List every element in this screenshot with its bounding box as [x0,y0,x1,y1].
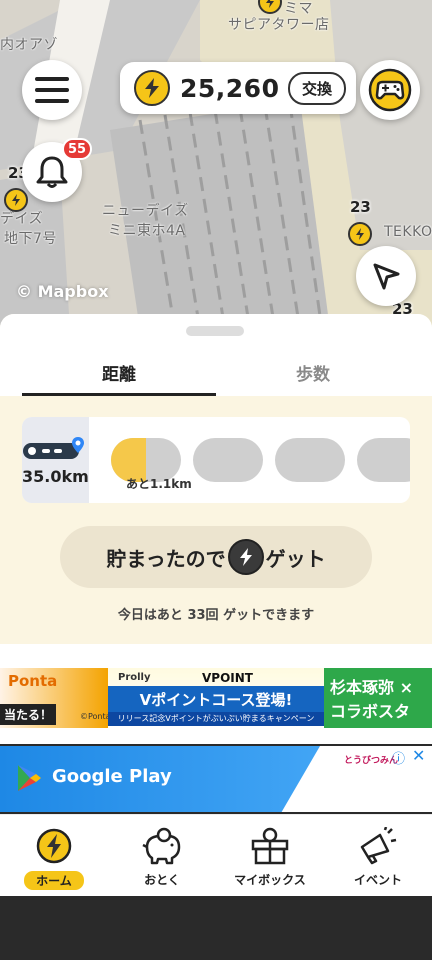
bolt-icon [12,194,20,206]
progress-segment [192,438,263,482]
ad-vpoint[interactable]: Prolly VPOINT Vポイントコース登場! リリース記念Vポイントがぷい… [108,668,324,728]
bottom-sheet: 距離 歩数 35.0km あと1.1km 貯まったので ゲット 今日はあと 33… [0,314,432,644]
nav-event-label: イベント [353,873,402,887]
notification-badge: 55 [62,138,93,160]
nav-event[interactable]: イベント [324,815,432,896]
map-label-basement: 地下7号 [4,231,57,247]
ad-vpoint-brand1: Prolly [118,672,151,683]
ad-sugimoto-line2: コラボスタ [330,702,411,721]
gift-box-icon [250,827,290,865]
remaining-distance: あと1.1km [126,477,192,491]
tab-steps[interactable]: 歩数 [216,350,410,396]
map-pin-count: 23 [350,198,371,216]
navigation-arrow-icon [373,263,400,290]
map-label-oazo: 内オアゾ [0,37,58,53]
bell-icon [36,156,68,188]
megaphone-icon [358,827,398,865]
nav-otoku[interactable]: おとく [108,815,216,896]
ad-info-icon[interactable]: ⓘ [392,748,405,767]
progress-segment [274,438,345,482]
ad-sugimoto-line1: 杉本琢弥 × [330,678,413,697]
map-label-newdays-branch: ミニ東ホ4A [108,223,186,239]
game-button[interactable] [360,60,420,120]
ad-ponta-title: Ponta [8,672,58,690]
system-bar [0,896,432,960]
ad-ponta-credit: ©Ponta [80,712,108,721]
hamburger-icon [35,77,69,103]
daily-remaining-note: 今日はあと 33回 ゲットできます [117,608,315,623]
map-coin-pin[interactable] [348,222,372,246]
nav-home-label: ホーム [24,871,84,890]
google-play-ad[interactable]: Google Play とうびつみん [0,746,432,812]
map-label-days: デイズ [0,211,44,227]
locate-button[interactable] [356,246,416,306]
collect-button-suffix: ゲット [265,546,326,571]
ad-game-logo: とうびつみん [344,756,399,766]
route-icon [23,436,85,459]
bolt-icon [266,0,274,8]
coin-balance-pill: 25,260 交換 [120,62,356,114]
nav-mybox[interactable]: マイボックス [216,815,324,896]
home-coin-icon [36,827,72,865]
piggy-bank-icon [141,827,183,865]
ad-banner-carousel[interactable]: Ponta 当たる！ ©Ponta Prolly VPOINT Vポイントコース… [0,668,432,728]
google-play-banner[interactable]: Google Play とうびつみん [0,746,404,812]
progress-segment [356,438,410,482]
distance-value: 35.0km [22,466,89,486]
exchange-button[interactable]: 交換 [287,71,346,105]
distance-info: 35.0km [22,417,89,503]
google-play-label: Google Play [52,766,172,787]
google-play-icon [18,765,41,791]
nav-otoku-label: おとく [144,873,180,887]
coin-icon [134,70,170,106]
sheet-handle[interactable] [186,326,244,336]
gamepad-icon [368,68,412,112]
ad-ponta-catch: 当たる！ [0,704,57,725]
ad-vpoint-sub: リリース記念Vポイントがぷいぷい貯まるキャンペーン [108,712,324,726]
ad-close-icon[interactable]: ✕ [412,746,425,765]
tab-distance[interactable]: 距離 [22,350,216,396]
map-coin-pin[interactable] [4,188,28,212]
mapbox-attribution[interactable]: © Mapbox [16,282,109,301]
sheet-header: 距離 歩数 [0,314,432,396]
collect-button-prefix: 貯まったので [106,546,226,571]
nav-home[interactable]: ホーム [0,815,108,896]
distance-card: 35.0km あと1.1km [22,417,410,503]
map-label-sapia: サピアタワー店 [228,17,330,33]
menu-button[interactable] [22,60,82,120]
collect-coins-button[interactable]: 貯まったので ゲット [60,526,372,588]
ad-ponta[interactable]: Ponta 当たる！ ©Ponta [0,668,108,728]
tab-bar: 距離 歩数 [22,350,410,396]
ad-vpoint-brand2: VPOINT [202,671,253,685]
ad-sugimoto[interactable]: 杉本琢弥 × コラボスタ [324,668,432,728]
map-label-tekko: TEKKO [384,224,432,240]
ad-vpoint-headline: Vポイントコース登場! [108,686,324,712]
coin-icon [227,539,264,575]
bolt-icon [356,228,364,240]
map-label-newdays: ニューデイズ [102,203,189,219]
coin-balance: 25,260 [180,73,280,103]
nav-mybox-label: マイボックス [234,873,306,887]
bottom-navigation: ホーム おとく マイボックス イベント [0,814,432,896]
